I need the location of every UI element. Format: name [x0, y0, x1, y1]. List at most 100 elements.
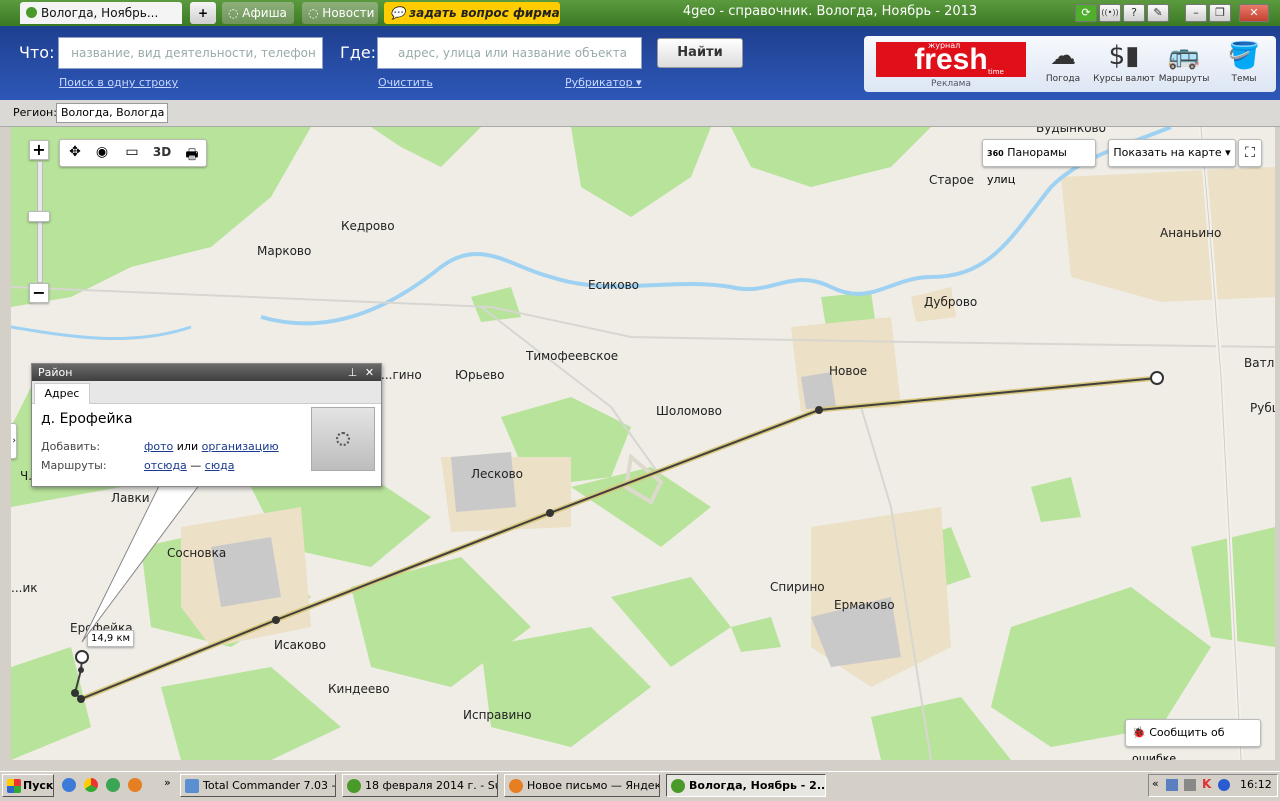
- where-search-input[interactable]: адрес, улица или название объекта: [377, 37, 642, 69]
- zoom-track[interactable]: [37, 161, 43, 283]
- taskbar-item-label: Total Commander 7.03 - ...: [203, 779, 336, 792]
- tab-afisha[interactable]: ◌ Афиша: [222, 2, 294, 24]
- ask-companies-button[interactable]: 💬 задать вопрос фирмам: [384, 2, 560, 24]
- messenger-icon[interactable]: [106, 778, 120, 792]
- place-label: Юрьево: [455, 368, 505, 382]
- place-label: Лесково: [471, 467, 524, 481]
- taskbar-item-label: 18 февраля 2014 г. - Su...: [365, 779, 498, 792]
- taskbar-item[interactable]: Total Commander 7.03 - ...: [180, 774, 336, 797]
- routes-button[interactable]: 🚌 Маршруты: [1151, 38, 1217, 84]
- chrome-icon[interactable]: [84, 778, 98, 792]
- photo-placeholder[interactable]: [311, 407, 375, 471]
- tab-news[interactable]: ◌ Новости: [302, 2, 378, 24]
- clear-link[interactable]: Очистить: [378, 76, 433, 89]
- volume-icon[interactable]: [1184, 779, 1196, 791]
- paint-bucket-icon: 🪣: [1227, 41, 1261, 71]
- report-error-button[interactable]: 🐞 Сообщить об ошибке: [1125, 719, 1261, 760]
- zoom-in-button[interactable]: +: [29, 140, 49, 160]
- currency-button[interactable]: $▮ Курсы валют: [1091, 38, 1157, 84]
- minimize-button[interactable]: –: [1185, 4, 1207, 22]
- close-icon[interactable]: ✕: [362, 365, 377, 380]
- weather-label: Погода: [1045, 74, 1081, 84]
- panorama-button[interactable]: 360 Панорамы улиц: [982, 139, 1096, 186]
- close-window-button[interactable]: ✕: [1239, 4, 1269, 22]
- place-label: Тимофеевское: [526, 349, 619, 363]
- taskbar-item[interactable]: 18 февраля 2014 г. - Su...: [342, 774, 498, 797]
- wireless-icon[interactable]: ((•)): [1099, 4, 1121, 22]
- place-label: Есиково: [588, 278, 639, 292]
- site-favicon-icon: [26, 7, 37, 18]
- route-from-link[interactable]: отсюда: [144, 459, 187, 472]
- tab-address[interactable]: Адрес: [34, 383, 90, 404]
- refresh-icon[interactable]: ⟳: [1075, 4, 1097, 22]
- route-to-link[interactable]: сюда: [205, 459, 235, 472]
- place-label: Дуброво: [924, 295, 978, 309]
- tray-expand-icon[interactable]: «: [1152, 777, 1159, 790]
- place-label: Будынково: [1036, 127, 1106, 135]
- bug-icon: 🐞: [1132, 726, 1146, 739]
- windows-logo-icon: [7, 779, 21, 793]
- taskbar-item[interactable]: Новое письмо — Яндек...: [504, 774, 660, 797]
- start-button[interactable]: Пуск: [2, 774, 54, 797]
- pin-icon[interactable]: ⊥: [345, 365, 360, 380]
- add-or-text: или: [176, 440, 199, 453]
- add-organization-link[interactable]: организацию: [202, 440, 279, 453]
- place-label: ...ик: [11, 581, 38, 595]
- currency-label: Курсы валют: [1093, 74, 1155, 84]
- taskbar-item-active[interactable]: Вологда, Ноябрь - 2...: [666, 774, 826, 797]
- themes-button[interactable]: 🪣 Темы: [1211, 38, 1277, 84]
- antivirus-icon[interactable]: K: [1202, 777, 1211, 791]
- browser-tab-active[interactable]: Вологда, Ноябрь...: [20, 2, 182, 24]
- new-tab-button[interactable]: +: [190, 2, 216, 24]
- place-label: Исправино: [463, 708, 532, 722]
- add-photo-link[interactable]: фото: [144, 440, 173, 453]
- ie-icon[interactable]: [62, 778, 76, 792]
- place-label: Спирино: [770, 580, 825, 594]
- fresh-ad-small: журнал: [928, 41, 961, 50]
- one-line-search-link[interactable]: Поиск в одну строку: [59, 76, 178, 89]
- ruler-icon[interactable]: ▭: [121, 144, 143, 160]
- find-button[interactable]: Найти: [657, 38, 743, 68]
- side-panel-toggle[interactable]: ›: [11, 423, 17, 459]
- firefox-icon[interactable]: [128, 778, 142, 792]
- clock: 16:12: [1240, 778, 1272, 791]
- route-dash: —: [190, 459, 202, 472]
- 3d-mode-button[interactable]: 3D: [150, 145, 174, 159]
- place-label: Исаково: [274, 638, 326, 652]
- weather-icon: ☁: [1050, 41, 1076, 71]
- zoom-out-button[interactable]: −: [29, 283, 49, 303]
- network-icon[interactable]: [1166, 779, 1178, 791]
- weather-button[interactable]: ☁ Погода: [1030, 38, 1096, 84]
- where-label: Где:: [340, 43, 377, 62]
- zoom-slider-handle[interactable]: [28, 211, 50, 222]
- settings-icon[interactable]: ✎: [1147, 4, 1169, 22]
- site-favicon-icon: [671, 779, 685, 793]
- routes-label: Маршруты: [1158, 74, 1210, 84]
- help-icon[interactable]: ?: [1123, 4, 1145, 22]
- show-on-map-dropdown[interactable]: Показать на карте ▾: [1108, 139, 1236, 167]
- fullscreen-icon[interactable]: ⛶: [1238, 139, 1262, 167]
- app-icon: [347, 779, 361, 793]
- maximize-button[interactable]: ❐: [1209, 4, 1231, 22]
- bluetooth-icon[interactable]: [1218, 779, 1230, 791]
- taskbar-item-label: Новое письмо — Яндек...: [527, 779, 660, 792]
- place-name: д. Ерофейка: [41, 411, 133, 427]
- region-value: Вологда, Вологда: [61, 106, 165, 119]
- themes-label: Темы: [1231, 74, 1257, 84]
- rubricator-link[interactable]: Рубрикатор ▾: [565, 76, 642, 89]
- quicklaunch-expand-icon[interactable]: »: [164, 776, 171, 789]
- region-select[interactable]: Вологда, Вологда ▾: [56, 103, 168, 137]
- place-label: Шоломово: [656, 404, 722, 418]
- pan-icon[interactable]: ✥: [65, 144, 85, 160]
- print-icon[interactable]: 🖶: [181, 144, 203, 168]
- loading-spinner-icon: [336, 432, 350, 446]
- place-label: Ананьино: [1160, 226, 1222, 240]
- taskbar-item-label: Вологда, Ноябрь - 2...: [689, 779, 826, 792]
- place-label: Марково: [257, 244, 312, 258]
- place-label: Ермаково: [834, 598, 895, 612]
- region-label: Регион:: [13, 106, 57, 119]
- place-label: Старое: [929, 173, 975, 187]
- what-search-input[interactable]: название, вид деятельности, телефон: [58, 37, 323, 69]
- place-info-popup: Район ⊥ ✕ Адрес д. Ерофейка Добавить: фо…: [31, 363, 382, 487]
- locate-icon[interactable]: ◉: [92, 144, 112, 160]
